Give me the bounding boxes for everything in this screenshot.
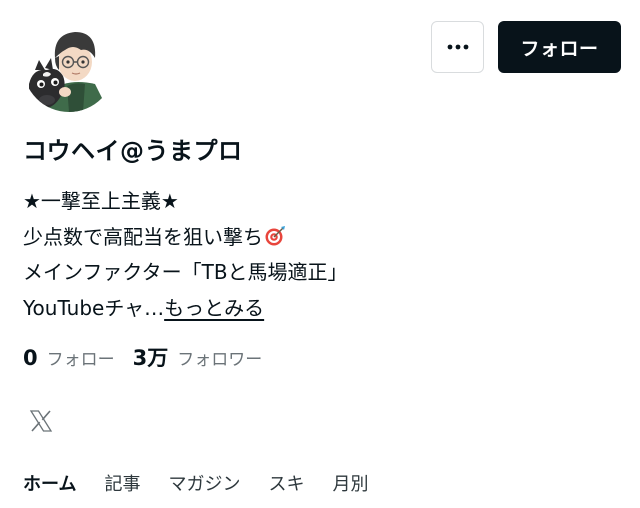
profile-page: フォロー コウヘイ@うまプロ ★一撃至上主義★ 少点数で高配当を狙い撃ち メイン… [0,0,640,508]
following-stat[interactable]: 0 フォロー [23,345,115,370]
x-profile-link[interactable] [29,409,53,433]
tab-magazines[interactable]: マガジン [168,470,240,496]
following-label: フォロー [46,350,115,370]
profile-bio: ★一撃至上主義★ 少点数で高配当を狙い撃ち メインファクター「TBと馬場適正」 … [23,184,348,326]
user-avatar-illustration [23,20,115,112]
following-count: 0 [23,346,38,370]
avatar[interactable] [23,20,115,112]
followers-stat[interactable]: 3万 フォロワー [133,342,263,372]
bio-line-4: YouTubeチャ…もっとみる [23,291,348,327]
tab-likes[interactable]: スキ [268,470,304,496]
target-dart-icon [265,225,285,245]
tab-home[interactable]: ホーム [23,470,76,496]
bio-truncated-text: YouTubeチャ… [23,295,165,320]
bio-line-1: ★一撃至上主義★ [23,189,179,213]
more-options-button[interactable] [431,21,484,73]
read-more-link[interactable]: もっとみる [164,296,264,320]
profile-stats: 0 フォロー 3万 フォロワー [23,342,262,372]
bio-line-2: 少点数で高配当を狙い撃ち [23,220,348,256]
display-name: コウヘイ@うまプロ [23,137,243,165]
x-logo-icon [29,410,53,432]
bio-line-2-text: 少点数で高配当を狙い撃ち [23,224,263,249]
tab-monthly[interactable]: 月別 [332,470,368,496]
follow-button[interactable]: フォロー [498,21,621,73]
followers-label: フォロワー [177,350,263,370]
more-dots-icon [447,44,468,50]
tab-articles[interactable]: 記事 [104,470,140,496]
bio-line-3: メインファクター「TBと馬場適正」 [23,260,348,284]
profile-tabs: ホーム 記事 マガジン スキ 月別 [23,470,396,496]
followers-count: 3万 [132,346,169,370]
